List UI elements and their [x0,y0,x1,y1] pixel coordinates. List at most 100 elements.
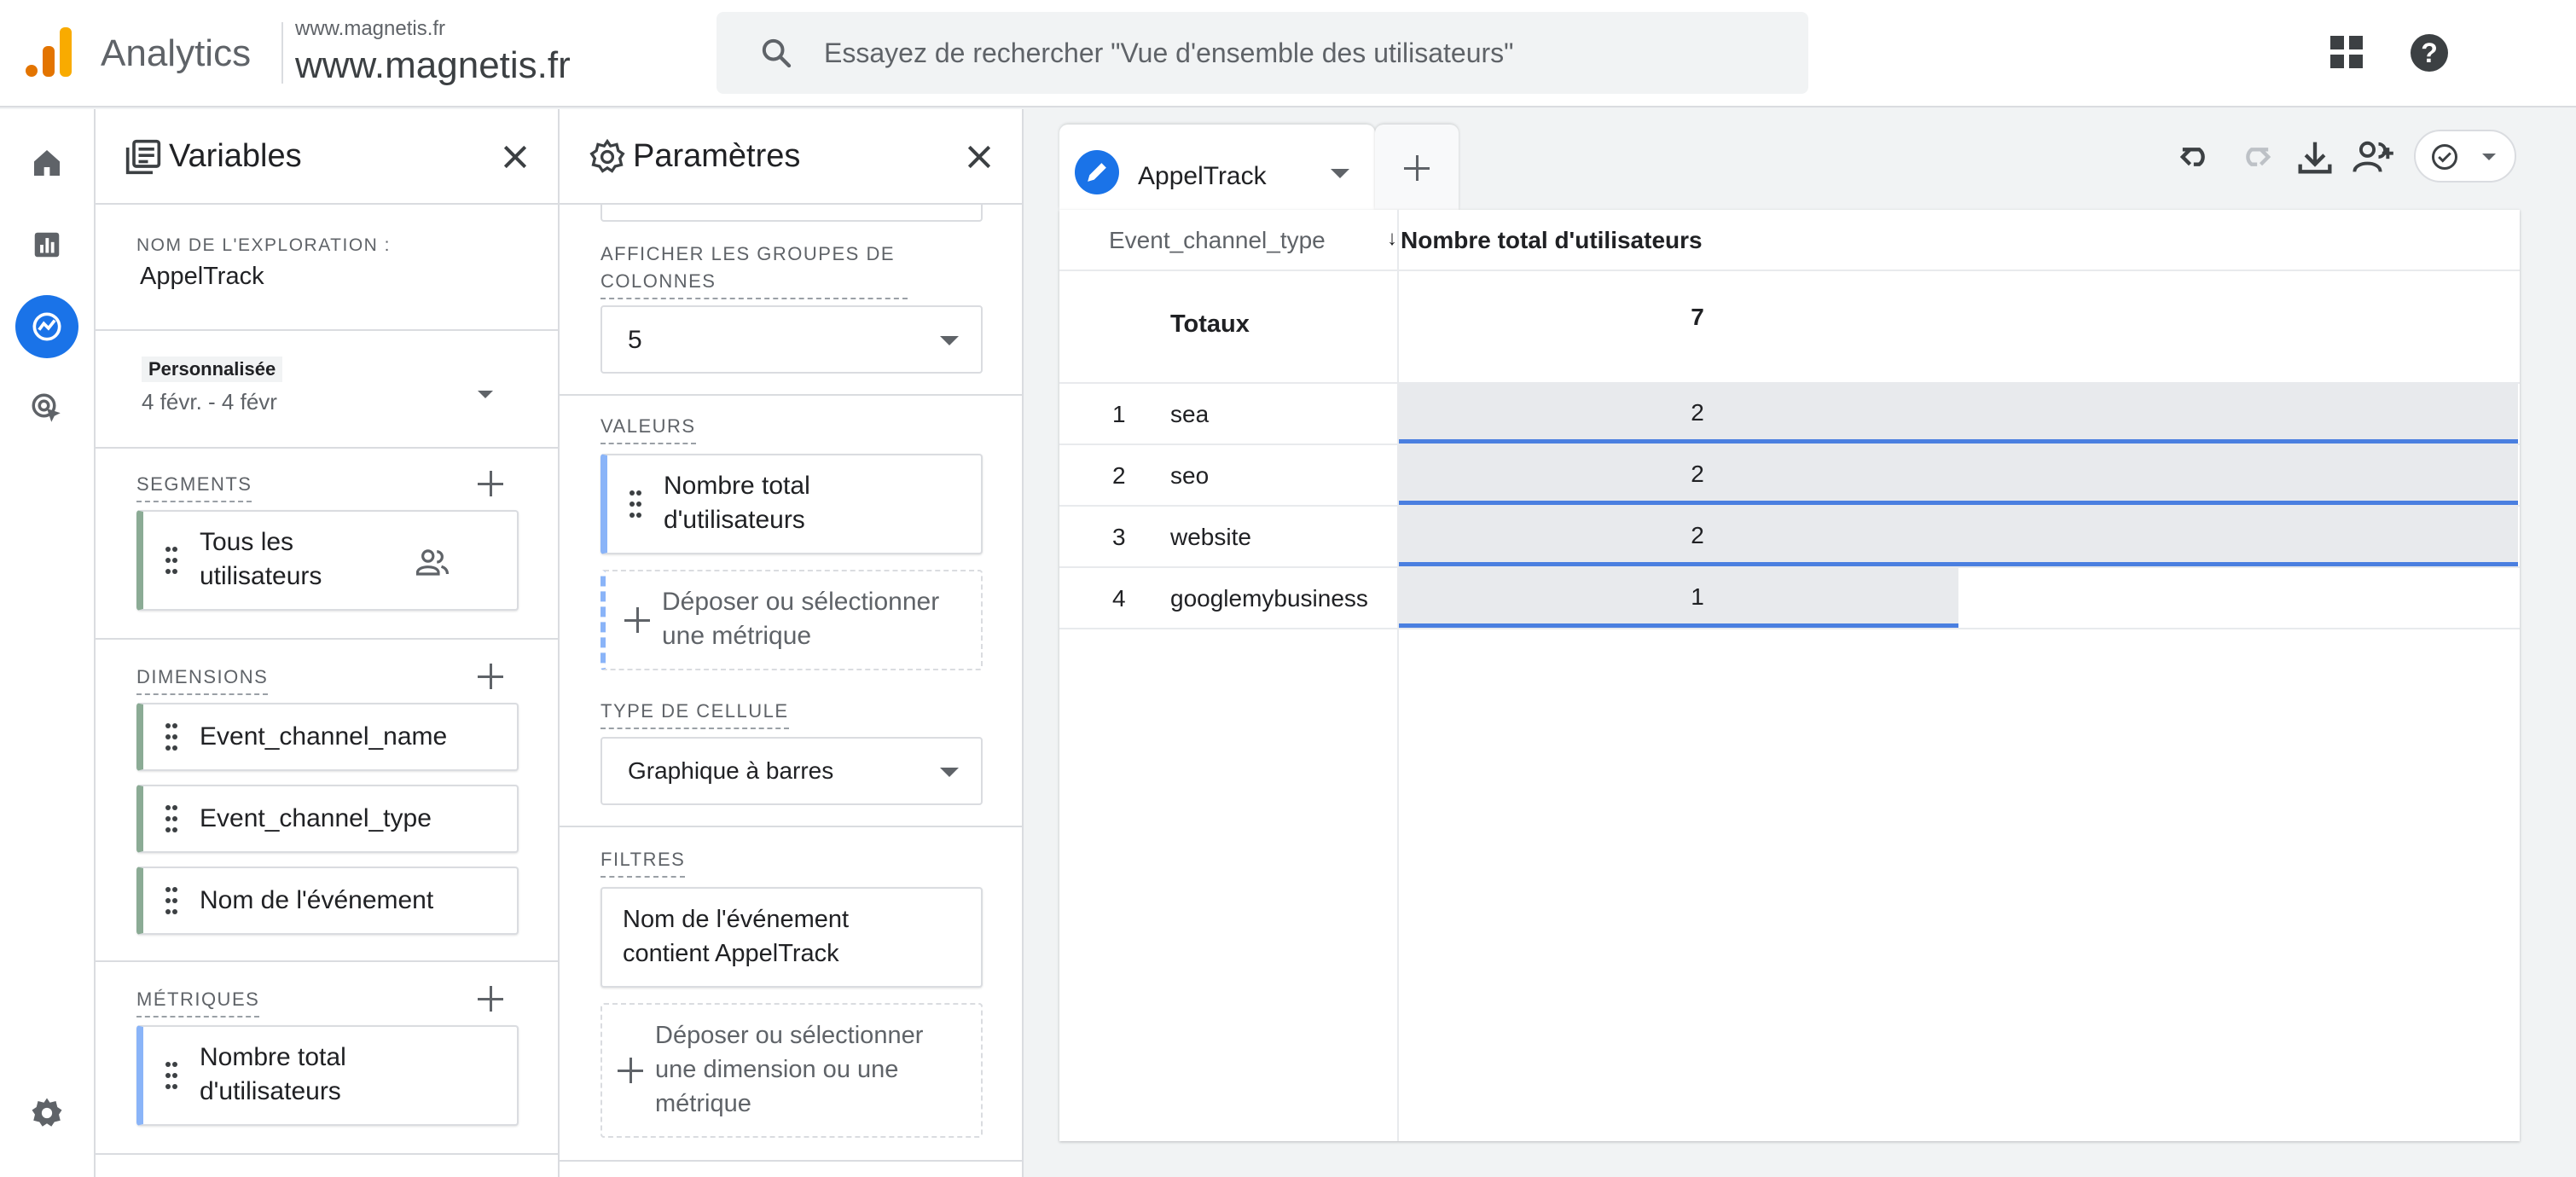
metric-bar: 2 [1399,384,2518,444]
parameters-title: Paramètres [633,138,801,174]
divider [560,394,1022,396]
table-row[interactable]: 4 googlemybusiness 1 [1059,568,2520,629]
close-icon[interactable] [962,140,996,174]
filter-drop-text: Déposer ou sélectionner une dimension ou… [655,1022,924,1117]
search-bar[interactable] [717,12,1808,94]
gear-icon [589,138,625,173]
parameters-panel: Paramètres AFFICHER LES GROUPES DE COLON… [560,109,1024,1177]
totals-label: Totaux [1170,310,1250,338]
download-icon[interactable] [2293,135,2337,179]
share-user-icon[interactable] [2351,135,2395,179]
filter-text: Nom de l'événement contient AppelTrack [623,906,850,967]
free-form-table: Event_channel_type ↓ Nombre total d'util… [1059,210,2520,1141]
table-row[interactable]: 1 sea 2 [1059,384,2520,445]
date-range-text: 4 févr. - 4 févr [142,389,277,415]
drag-handle-icon[interactable] [165,887,177,914]
divider [96,447,558,449]
drag-handle-icon[interactable] [165,1062,177,1089]
explore-icon[interactable] [15,295,78,358]
add-tab-button[interactable] [1375,125,1459,210]
dimension-chip[interactable]: Event_channel_type [136,785,519,853]
advertising-icon[interactable] [15,377,78,440]
divider [1059,270,2520,271]
metric-value: 1 [1691,583,1704,610]
table-row[interactable]: 2 seo 2 [1059,445,2520,507]
column-divider [1397,210,1399,1141]
divider [96,329,558,331]
values-metric-chip[interactable]: Nombre total d'utilisateurs [600,454,983,554]
undo-icon[interactable] [2173,135,2218,179]
variables-library-icon [125,139,161,175]
close-icon[interactable] [498,140,532,174]
dimensions-label: DIMENSIONS [136,664,269,695]
variables-panel: Variables NOM DE L'EXPLORATION : AppelTr… [96,109,560,1177]
metrics-label: MÉTRIQUES [136,986,260,1018]
add-dimension-button[interactable] [476,662,505,691]
add-icon [1402,154,1433,184]
divider [1059,628,2520,629]
dimension-label: Nom de l'événement [200,886,434,914]
account-name[interactable]: www.magnetis.fr [295,17,445,41]
metric-value: 2 [1691,461,1704,487]
filter-drop-zone[interactable]: Déposer ou sélectionner une dimension ou… [600,1003,983,1138]
add-segment-button[interactable] [476,469,505,498]
drag-handle-icon[interactable] [629,490,641,518]
values-metric-label: Nombre total d'utilisateurs [664,472,810,534]
analytics-logo-icon[interactable] [26,27,72,77]
help-icon[interactable]: ? [2411,34,2448,72]
left-navigation [0,109,96,1177]
column-groups-select[interactable]: 5 [600,305,983,374]
exploration-canvas: AppelTrack Event_channel_type ↓ Nombre t… [1024,109,2576,1177]
metric-chip[interactable]: Nombre total d'utilisateurs [136,1025,519,1126]
filter-chip[interactable]: Nom de l'événement contient AppelTrack [600,887,983,988]
row-index: 4 [1112,585,1126,612]
add-icon [616,1056,645,1085]
chevron-down-icon[interactable] [1331,169,1349,178]
row-dimension-value: seo [1170,462,1210,489]
divider [560,826,1022,827]
drag-handle-icon[interactable] [165,723,177,751]
variables-header: Variables [96,109,558,205]
edit-pencil-icon[interactable] [1075,150,1119,194]
segment-chip[interactable]: Tous les utilisateurs [136,510,519,611]
reports-icon[interactable] [15,213,78,276]
metric-column-header[interactable]: Nombre total d'utilisateurs [1401,227,1703,254]
cell-type-value: Graphique à barres [628,757,834,784]
tab-label: AppelTrack [1138,162,1267,190]
cell-type-select[interactable]: Graphique à barres [600,737,983,805]
table-row[interactable]: 3 website 2 [1059,507,2520,568]
date-range-selector[interactable]: Personnalisée 4 févr. - 4 févr [136,357,520,433]
redo-icon[interactable] [2233,135,2277,179]
cut-off-field[interactable] [600,205,983,222]
tab-appeltrack[interactable]: AppelTrack [1059,125,1375,210]
drag-handle-icon[interactable] [165,547,177,574]
parameters-header: Paramètres [560,109,1022,205]
dimension-label: Event_channel_type [200,804,432,832]
drag-handle-icon[interactable] [165,805,177,832]
add-icon [623,606,652,635]
dimension-chip[interactable]: Event_channel_name [136,703,519,771]
metric-label: Nombre total d'utilisateurs [200,1043,346,1105]
divider [96,960,558,962]
values-drop-zone[interactable]: Déposer ou sélectionner une métrique [600,570,983,670]
row-dimension-value: googlemybusiness [1170,585,1368,612]
product-name: Analytics [101,32,252,74]
totals-value: 7 [1691,304,1704,330]
dimension-column-header[interactable]: Event_channel_type [1109,227,1326,254]
add-metric-button[interactable] [476,984,505,1013]
metric-bar: 1 [1399,568,1958,628]
filters-label: FILTRES [600,846,686,878]
status-check-button[interactable] [2414,130,2516,183]
property-selector[interactable]: www.magnetis.fr [295,44,571,87]
search-input[interactable] [824,12,1779,94]
row-index: 3 [1112,524,1126,550]
exploration-name-field[interactable]: AppelTrack [140,263,264,291]
values-label: VALEURS [600,413,696,444]
chevron-down-icon [940,768,959,777]
settings-gear-icon[interactable] [15,1081,78,1145]
variables-title: Variables [169,138,302,174]
apps-grid-icon[interactable] [2330,36,2364,70]
dimension-chip[interactable]: Nom de l'événement [136,867,519,935]
sort-arrow-icon[interactable]: ↓ [1387,227,1397,251]
home-icon[interactable] [15,131,78,194]
